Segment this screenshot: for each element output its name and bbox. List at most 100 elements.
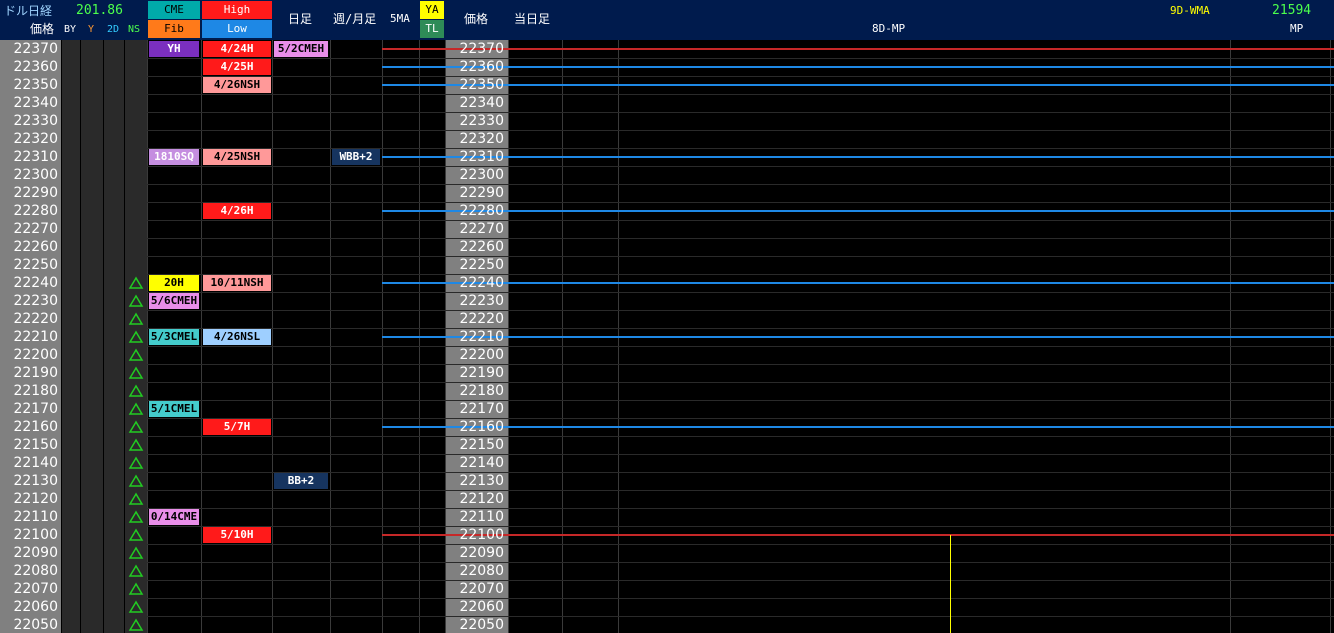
price-cell-right: 22190 [459, 365, 504, 381]
ns-triangle-icon [128, 276, 144, 289]
ns-triangle-icon [128, 330, 144, 343]
price-cell-left: 22170 [13, 401, 58, 417]
ladder-grid [128, 40, 1334, 633]
price-cell-left: 22360 [13, 59, 58, 75]
trading-ladder-window: ドル日経 価格 201.86 BY Y 2D NS CME Fib High L… [0, 0, 1334, 633]
ns-triangle-icon [128, 528, 144, 541]
ns-triangle-icon [128, 456, 144, 469]
price-cell-right: 22280 [459, 203, 504, 219]
price-cell-right: 22310 [459, 149, 504, 165]
price-cell-right: 22300 [459, 167, 504, 183]
price-cell-right: 22200 [459, 347, 504, 363]
price-cell-left: 22220 [13, 311, 58, 327]
price-cell-right: 22120 [459, 491, 504, 507]
price-cell-right: 22130 [459, 473, 504, 489]
ns-triangle-icon [128, 402, 144, 415]
price-cell-left: 22130 [13, 473, 58, 489]
price-cell-right: 22230 [459, 293, 504, 309]
level-label: 4/25H [203, 59, 271, 75]
price-cell-left: 22270 [13, 221, 58, 237]
price-cell-left: 22240 [13, 275, 58, 291]
price-cell-right: 22350 [459, 77, 504, 93]
ns-triangle-icon [128, 294, 144, 307]
ns-triangle-icon [128, 564, 144, 577]
ns-triangle-icon [128, 420, 144, 433]
price-cell-left: 22370 [13, 41, 58, 57]
ns-triangle-icon [128, 438, 144, 451]
level-label: 4/24H [203, 41, 271, 57]
level-label: 4/26NSH [203, 77, 271, 93]
price-cell-right: 22150 [459, 437, 504, 453]
price-cell-right: 22160 [459, 419, 504, 435]
ns-triangle-icon [128, 312, 144, 325]
ns-triangle-icon [128, 384, 144, 397]
price-cell-left: 22050 [13, 617, 58, 633]
price-cell-left: 22090 [13, 545, 58, 561]
level-label: 0/14CME [149, 509, 199, 525]
price-cell-left: 22140 [13, 455, 58, 471]
price-cell-right: 22290 [459, 185, 504, 201]
price-cell-left: 22250 [13, 257, 58, 273]
price-cell-right: 22170 [459, 401, 504, 417]
price-cell-right: 22140 [459, 455, 504, 471]
level-label: 5/10H [203, 527, 271, 543]
price-cell-left: 22180 [13, 383, 58, 399]
price-cell-right: 22100 [459, 527, 504, 543]
price-cell-left: 22290 [13, 185, 58, 201]
level-label: 5/6CMEH [149, 293, 199, 309]
price-cell-left: 22330 [13, 113, 58, 129]
price-cell-right: 22370 [459, 41, 504, 57]
price-cell-left: 22260 [13, 239, 58, 255]
price-cell-right: 22210 [459, 329, 504, 345]
level-label: 5/2CMEH [274, 41, 328, 57]
ns-triangle-icon [128, 510, 144, 523]
price-cell-right: 22090 [459, 545, 504, 561]
price-cell-right: 22220 [459, 311, 504, 327]
ns-triangle-icon [128, 366, 144, 379]
price-cell-left: 22210 [13, 329, 58, 345]
price-cell-left: 22080 [13, 563, 58, 579]
level-label: 5/3CMEL [149, 329, 199, 345]
price-cell-left: 22340 [13, 95, 58, 111]
price-cell-right: 22060 [459, 599, 504, 615]
price-cell-right: 22180 [459, 383, 504, 399]
level-label: 4/26H [203, 203, 271, 219]
price-cell-right: 22340 [459, 95, 504, 111]
level-label: 20H [149, 275, 199, 291]
price-cell-right: 22360 [459, 59, 504, 75]
price-cell-left: 22320 [13, 131, 58, 147]
level-label: 5/7H [203, 419, 271, 435]
level-label: 10/11NSH [203, 275, 271, 291]
price-cell-left: 22190 [13, 365, 58, 381]
price-cell-left: 22060 [13, 599, 58, 615]
ns-triangle-icon [128, 546, 144, 559]
price-cell-left: 22200 [13, 347, 58, 363]
price-cell-left: 22150 [13, 437, 58, 453]
level-label: 4/26NSL [203, 329, 271, 345]
ns-triangle-icon [128, 492, 144, 505]
price-cell-right: 22320 [459, 131, 504, 147]
price-cell-right: 22110 [459, 509, 504, 525]
level-label: 1810SQ [149, 149, 199, 165]
ns-triangle-icon [128, 582, 144, 595]
price-cell-right: 22240 [459, 275, 504, 291]
price-cell-left: 22230 [13, 293, 58, 309]
price-cell-right: 22270 [459, 221, 504, 237]
price-cell-left: 22310 [13, 149, 58, 165]
price-cell-right: 22050 [459, 617, 504, 633]
price-cell-right: 22070 [459, 581, 504, 597]
price-cell-right: 22330 [459, 113, 504, 129]
level-label: YH [149, 41, 199, 57]
ns-triangle-icon [128, 474, 144, 487]
price-cell-left: 22300 [13, 167, 58, 183]
level-label: 4/25NSH [203, 149, 271, 165]
price-cell-left: 22120 [13, 491, 58, 507]
price-cell-left: 22350 [13, 77, 58, 93]
ns-triangle-icon [128, 618, 144, 631]
price-cell-left: 22100 [13, 527, 58, 543]
level-label: WBB+2 [332, 149, 380, 165]
price-cell-right: 22080 [459, 563, 504, 579]
price-cell-right: 22260 [459, 239, 504, 255]
level-label: BB+2 [274, 473, 328, 489]
ns-triangle-icon [128, 600, 144, 613]
